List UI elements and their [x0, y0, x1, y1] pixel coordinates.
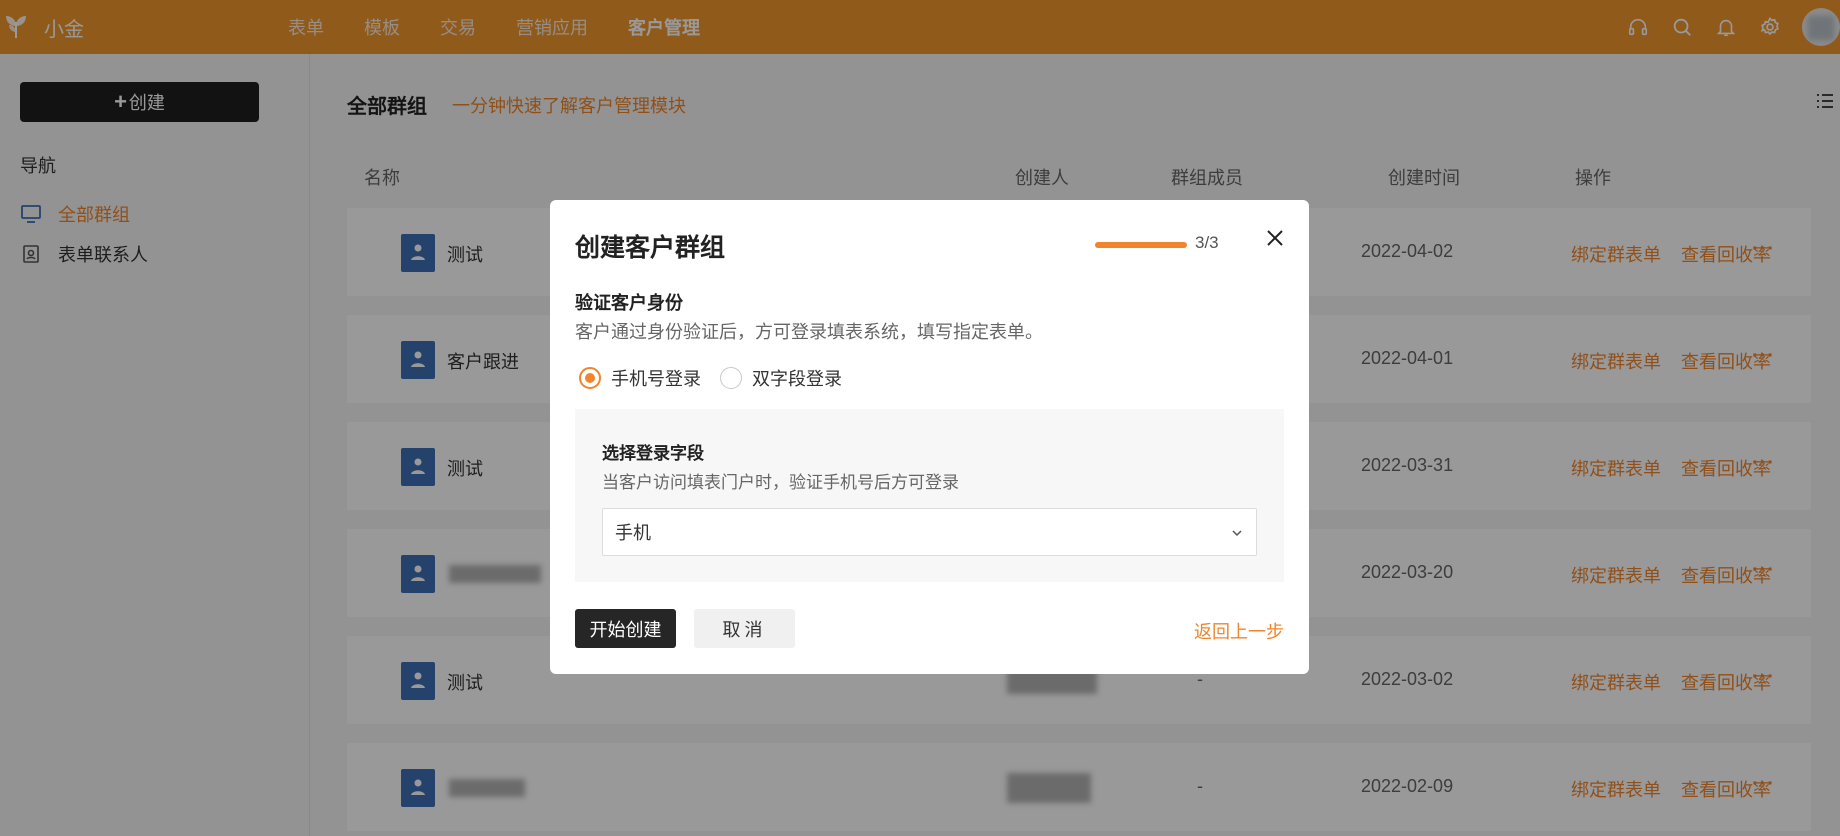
radio-phone-login[interactable]: 手机号登录	[579, 366, 701, 390]
progress-bar	[1095, 242, 1187, 248]
login-field-select[interactable]: 手机	[602, 508, 1257, 556]
radio-checked-icon[interactable]	[579, 367, 601, 389]
back-link[interactable]: 返回上一步	[1194, 618, 1284, 644]
radio-dual-field-login[interactable]: 双字段登录	[720, 366, 842, 390]
modal-title: 创建客户群组	[575, 234, 726, 262]
create-group-modal: 创建客户群组 3/3 验证客户身份 客户通过身份验证后，方可登录填表系统，填写指…	[550, 200, 1309, 674]
radio-label: 双字段登录	[752, 369, 842, 389]
radio-unchecked-icon[interactable]	[720, 367, 742, 389]
cancel-button[interactable]: 取消	[694, 609, 795, 648]
radio-label: 手机号登录	[611, 369, 701, 389]
select-value: 手机	[615, 523, 651, 543]
login-field-panel: 选择登录字段 当客户访问填表门户时，验证手机号后方可登录 手机	[575, 409, 1284, 582]
chevron-down-icon	[1232, 530, 1242, 537]
section-title: 验证客户身份	[575, 293, 683, 313]
section-description: 客户通过身份验证后，方可登录填表系统，填写指定表单。	[575, 322, 1043, 342]
panel-title: 选择登录字段	[602, 444, 704, 463]
start-create-button[interactable]: 开始创建	[575, 609, 676, 648]
close-icon[interactable]	[1263, 226, 1287, 250]
progress-text: 3/3	[1195, 233, 1219, 252]
panel-description: 当客户访问填表门户时，验证手机号后方可登录	[602, 473, 959, 492]
